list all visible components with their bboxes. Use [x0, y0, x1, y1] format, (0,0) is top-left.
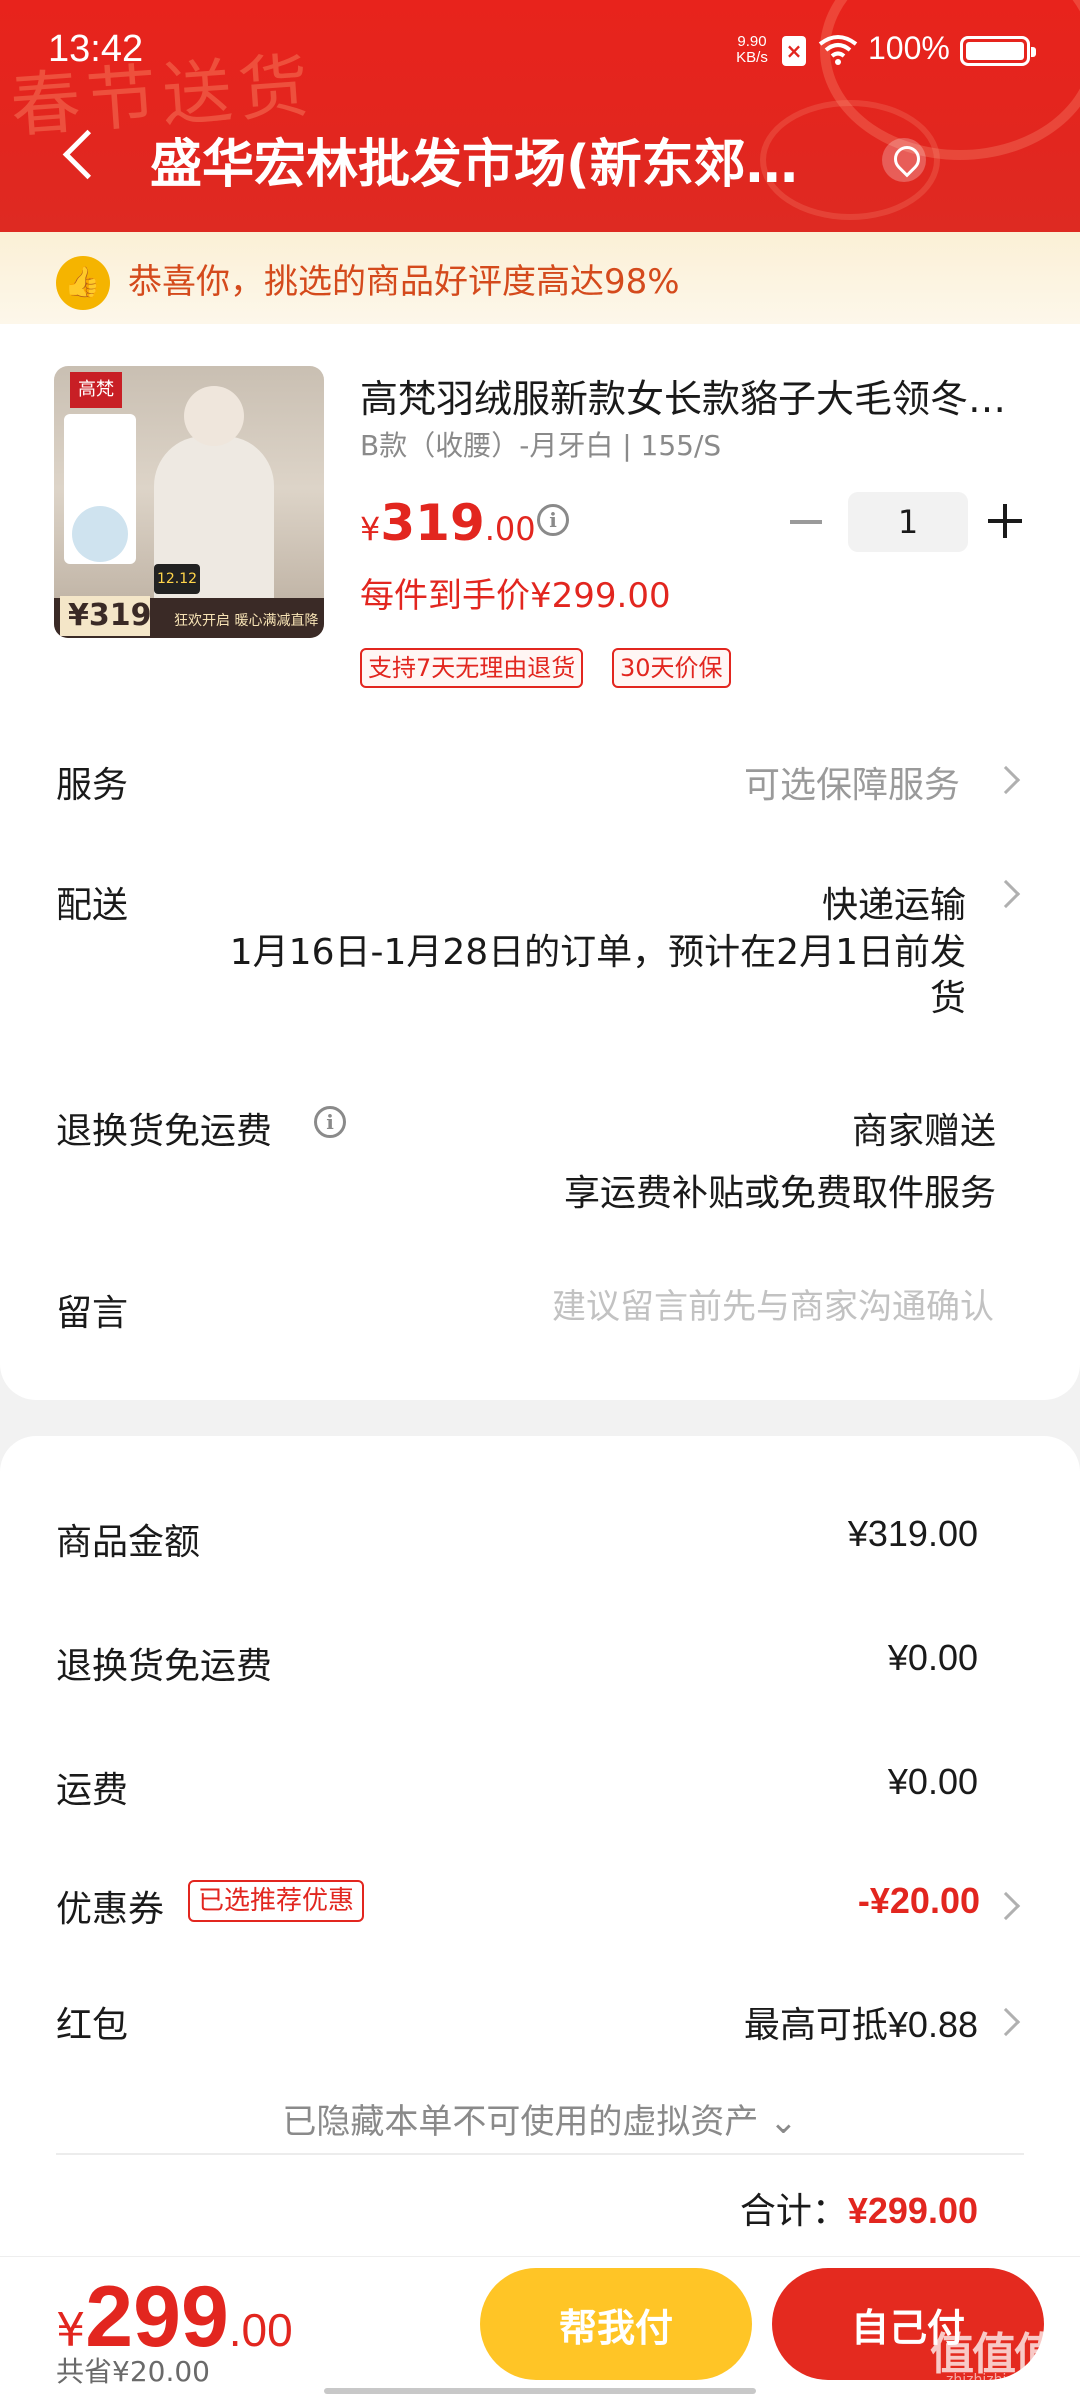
network-speed: 9.90 KB/s	[736, 33, 768, 66]
thumbs-up-icon: 👍	[56, 256, 110, 310]
back-chevron-icon[interactable]	[56, 125, 106, 185]
hidden-assets-toggle[interactable]: 已隐藏本单不可使用的虚拟资产 ⌄	[0, 2094, 1080, 2143]
divider	[56, 2153, 1024, 2155]
return-freight-label: 退换货免运费	[56, 1111, 273, 1152]
rating-notice: 👍 恭喜你，挑选的商品好评度高达98%	[0, 232, 1080, 324]
coupon-tag: 已选推荐优惠	[188, 1880, 365, 1922]
brand-logo: 高梵	[70, 372, 122, 408]
promo-slogan: 狂欢开启 暖心满减直降	[174, 613, 319, 629]
price-decimal: .00	[484, 510, 536, 548]
red-packet-label: 红包	[56, 2005, 129, 2046]
wifi-icon	[818, 35, 858, 65]
return-freight-note: 享运费补贴或免费取件服务	[563, 1173, 996, 1214]
product-sku[interactable]: B款（收腰）-月牙白 | 155/S	[360, 424, 721, 464]
order-card: 高梵 12.12 ¥319 狂欢开启 暖心满减直降 高梵羽绒服新款女长款貉子大毛…	[0, 324, 1080, 1400]
coupon-label: 优惠券	[56, 1889, 165, 1930]
coupon-value[interactable]: -¥20.00	[858, 1880, 980, 1922]
return-freight-fee-value: ¥0.00	[887, 1637, 978, 1678]
message-input[interactable]	[400, 1282, 994, 1332]
battery-percent: 100%	[868, 30, 950, 66]
promo-badge: 12.12	[154, 564, 200, 594]
pay-currency: ¥	[56, 2303, 86, 2357]
return-policy-tag: 支持7天无理由退货	[360, 648, 584, 688]
shipping-fee-label: 运费	[56, 1770, 129, 1811]
service-chevron-icon[interactable]	[991, 765, 1021, 795]
quantity-minus-button[interactable]	[790, 520, 822, 524]
unit-final-price: 每件到手价¥299.00	[360, 576, 671, 616]
watermark-url: zhizhizhi.com	[946, 2372, 1041, 2388]
pay-decimal: .00	[228, 2304, 293, 2356]
notice-text: 恭喜你，挑选的商品好评度高达98%	[128, 262, 680, 302]
delivery-label: 配送	[56, 885, 129, 926]
delivery-chevron-icon[interactable]	[991, 879, 1021, 909]
price-protect-tag: 30天价保	[612, 648, 731, 688]
total-line: 合计：¥299.00	[740, 2182, 978, 2234]
product-image[interactable]: 高梵 12.12 ¥319 狂欢开启 暖心满减直降	[54, 366, 324, 638]
red-packet-value[interactable]: 最高可抵¥0.88	[744, 1996, 978, 2048]
quantity-input[interactable]: 1	[848, 492, 968, 552]
return-freight-fee-label: 退换货免运费	[56, 1646, 273, 1687]
product-title[interactable]: 高梵羽绒服新款女长款貉子大毛领冬…	[360, 368, 1030, 423]
feature-circle	[72, 506, 128, 562]
service-label: 服务	[56, 765, 129, 806]
service-value[interactable]: 可选保障服务	[744, 756, 960, 808]
header-banner: 春节送货 13:42 9.90 KB/s × 100% 盛华宏林批发市场(新东郊…	[0, 0, 1080, 232]
product-price: ¥319.00	[360, 494, 536, 552]
shop-title: 盛华宏林批发市场(新东郊…	[150, 135, 798, 195]
model-head	[184, 386, 244, 446]
shipping-fee-value: ¥0.00	[887, 1761, 978, 1802]
total-label: 合计：	[739, 2191, 848, 2232]
goods-amount-value: ¥319.00	[847, 1513, 978, 1554]
price-currency: ¥	[360, 510, 381, 548]
delivery-value[interactable]: 快递运输	[822, 876, 966, 928]
total-amount: ¥299.00	[847, 2190, 978, 2231]
sim-icon: ×	[782, 36, 806, 66]
image-price: ¥319	[60, 596, 152, 636]
price-integer: 319	[380, 494, 485, 552]
help-me-pay-button[interactable]: 帮我付	[480, 2268, 752, 2380]
price-info-icon[interactable]: i	[537, 504, 569, 536]
location-pin-icon[interactable]	[882, 138, 926, 182]
return-freight-value: 商家赠送	[851, 1111, 996, 1152]
message-label: 留言	[56, 1293, 129, 1334]
battery-icon	[960, 36, 1036, 66]
saved-amount: 共省¥20.00	[56, 2355, 210, 2388]
status-time: 13:42	[48, 28, 144, 70]
home-indicator[interactable]	[324, 2388, 756, 2394]
quantity-plus-button[interactable]	[988, 504, 1022, 538]
return-freight-info-icon[interactable]: i	[314, 1106, 346, 1138]
delivery-note: 1月16日-1月28日的订单，预计在2月1日前发货	[229, 932, 966, 1019]
goods-amount-label: 商品金额	[56, 1522, 201, 1563]
status-bar: 13:42 9.90 KB/s × 100%	[0, 0, 1080, 100]
